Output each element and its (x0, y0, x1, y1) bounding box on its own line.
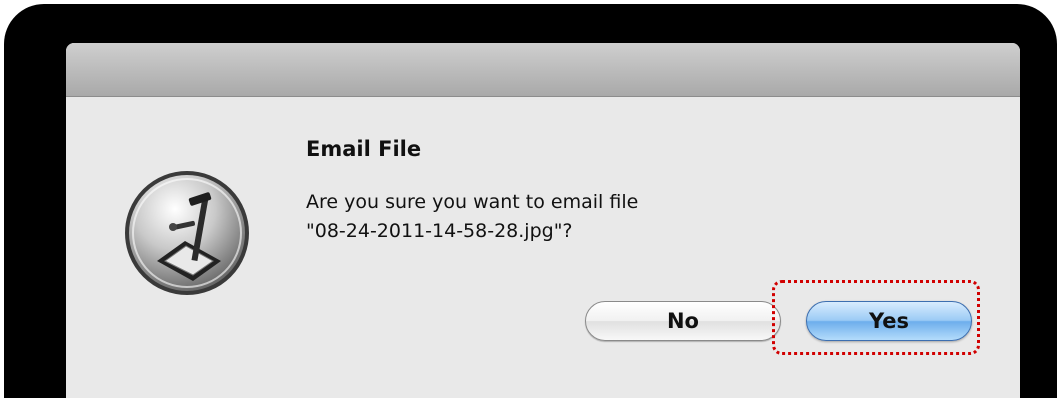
dialog-titlebar (66, 43, 1020, 97)
email-file-dialog: Email File Are you sure you want to emai… (66, 43, 1020, 398)
dialog-title: Email File (306, 137, 422, 161)
yes-button[interactable]: Yes (806, 301, 972, 341)
document-camera-icon (123, 169, 251, 297)
dialog-message: Are you sure you want to email file "08-… (306, 191, 639, 242)
dialog-body (66, 97, 1020, 398)
no-button[interactable]: No (585, 301, 781, 341)
